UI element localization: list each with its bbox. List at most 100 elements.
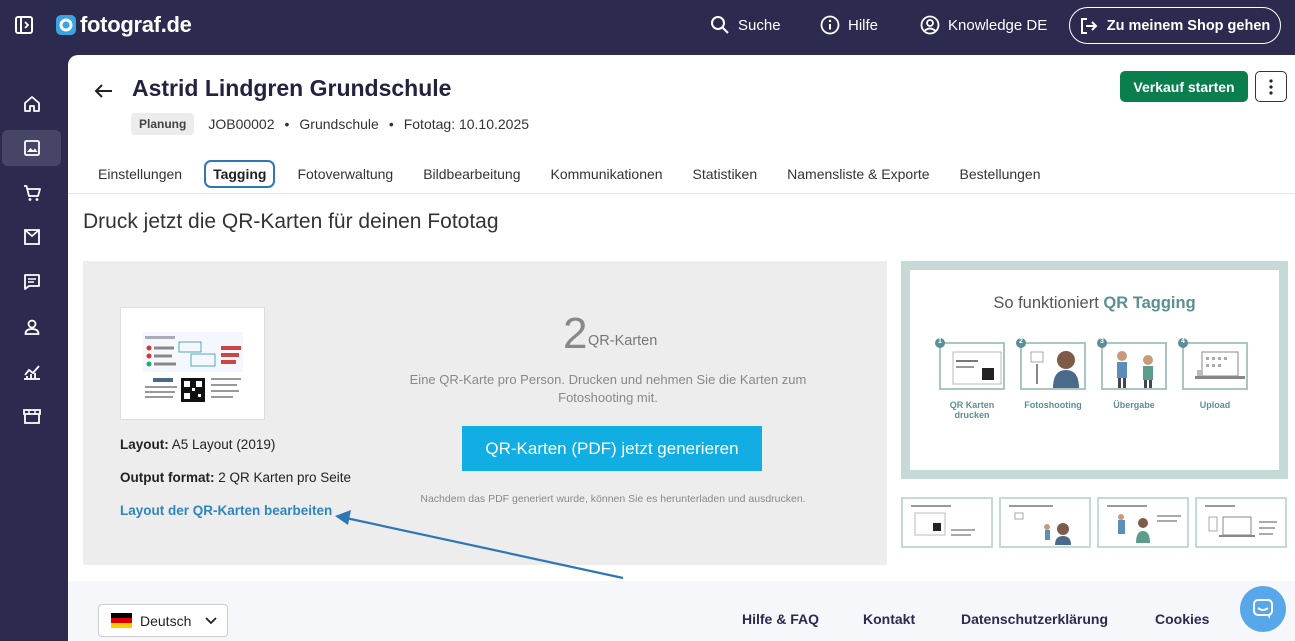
qr-card-count-label: QR-Karten <box>588 333 658 349</box>
step-label-fotoshooting: Fotoshooting <box>1024 400 1082 410</box>
logo[interactable]: fotograf.de <box>55 11 192 39</box>
logo-text: fotograf.de <box>80 12 192 37</box>
search-icon <box>711 16 729 34</box>
chat-icon <box>1253 599 1273 619</box>
language-label: Deutsch <box>140 612 192 629</box>
main-content: Astrid Lindgren Grundschule Planung JOB0… <box>68 55 1295 641</box>
output-format-info: Output format: 2 QR Karten pro Seite <box>120 470 351 485</box>
more-options-button[interactable] <box>1255 71 1287 102</box>
layout-label: Layout: <box>120 437 169 452</box>
knowledge-label: Knowledge DE <box>948 16 1048 34</box>
user-circle-icon <box>920 15 940 35</box>
pdf-note: Nachdem das PDF generiert wurde, können … <box>420 493 806 505</box>
separator-dot: • <box>284 116 290 132</box>
qr-card-count: 2 <box>563 309 588 358</box>
language-select[interactable]: Deutsch <box>98 604 228 637</box>
steps-illustration <box>935 338 1248 390</box>
back-arrow-icon[interactable] <box>93 80 115 102</box>
thumbnail-image <box>911 505 975 536</box>
footer-link-contact[interactable]: Kontakt <box>863 611 915 627</box>
knowledge-link[interactable]: Knowledge DE <box>920 14 1047 36</box>
help-label: Hilfe <box>848 16 879 34</box>
generate-pdf-button[interactable]: QR-Karten (PDF) jetzt generieren <box>462 426 762 471</box>
separator-dot: • <box>388 116 394 132</box>
tab-bar: Einstellungen Tagging Fotoverwaltung Bil… <box>98 159 1063 189</box>
tab-bildbearbeitung[interactable]: Bildbearbeitung <box>415 161 528 187</box>
logout-icon <box>1080 17 1098 34</box>
step-number-2: 2 <box>1019 338 1023 345</box>
qr-card-preview-image <box>143 332 243 402</box>
more-vertical-icon <box>1269 78 1273 95</box>
qr-card-thumbnail[interactable] <box>120 307 265 420</box>
sidebar-item-contacts[interactable] <box>2 309 61 345</box>
german-flag-icon <box>111 613 132 628</box>
tab-tagging[interactable]: Tagging <box>204 160 276 188</box>
layout-value: A5 Layout (2019) <box>171 437 276 452</box>
sidebar-item-archive[interactable] <box>2 219 61 255</box>
layout-info: Layout: A5 Layout (2019) <box>120 437 275 452</box>
qr-tagging-preview[interactable]: So funktioniert QR Tagging QR Karten dru… <box>901 261 1288 479</box>
chart-icon <box>23 365 40 380</box>
search-link[interactable]: Suche <box>710 14 781 36</box>
message-icon <box>23 274 40 290</box>
step-number-1: 1 <box>938 338 942 345</box>
footer-link-help-faq[interactable]: Hilfe & FAQ <box>742 611 819 627</box>
search-label: Suche <box>738 16 781 34</box>
sidebar-item-statistics[interactable] <box>2 354 61 390</box>
chevron-down-icon <box>205 616 217 624</box>
step-label-uebergabe: Übergabe <box>1113 400 1155 410</box>
thumbnail-image <box>1009 505 1071 545</box>
tab-fotoverwaltung[interactable]: Fotoverwaltung <box>289 161 401 187</box>
qr-card-description: Eine QR-Karte pro Person. Drucken und ne… <box>409 372 807 405</box>
sidebar-item-store[interactable] <box>2 398 61 434</box>
top-bar: fotograf.de Suche Hilfe Knowledge DE Zu … <box>0 0 1295 50</box>
step-label-upload: Upload <box>1199 400 1231 410</box>
output-format-label: Output format: <box>120 470 215 485</box>
sidebar-item-cart[interactable] <box>2 175 61 211</box>
photo-day: Fototag: 10.10.2025 <box>403 116 530 132</box>
tab-bestellungen[interactable]: Bestellungen <box>952 161 1049 187</box>
job-meta: Planung JOB00002 • Grundschule • Fototag… <box>131 113 529 135</box>
start-sale-button[interactable]: Verkauf starten <box>1120 71 1248 102</box>
footer-link-cookies[interactable]: Cookies <box>1155 611 1209 627</box>
archive-icon <box>23 229 40 245</box>
thumbnail-image <box>1107 505 1181 543</box>
store-icon <box>22 409 41 424</box>
tab-namensliste-exporte[interactable]: Namensliste & Exporte <box>779 161 937 187</box>
thumbnail-image <box>1205 505 1277 537</box>
job-id: JOB00002 <box>208 116 275 132</box>
chat-button[interactable] <box>1240 586 1286 632</box>
section-title: Druck jetzt die QR-Karten für deinen Fot… <box>83 210 499 233</box>
footer-link-privacy[interactable]: Datenschutzerklärung <box>961 611 1108 627</box>
info-icon <box>820 15 840 35</box>
step-label-qr-karten-drucken: QR Karten drucken <box>949 400 995 420</box>
preview-thumbnail-4[interactable] <box>1195 497 1287 548</box>
cart-icon <box>23 185 41 201</box>
preview-thumbnail-1[interactable] <box>901 497 993 548</box>
preview-thumbnail-3[interactable] <box>1097 497 1189 548</box>
sidebar-item-photos[interactable] <box>2 130 61 166</box>
tab-einstellungen[interactable]: Einstellungen <box>98 161 190 187</box>
step-number-4: 4 <box>1181 338 1185 345</box>
output-format-value: 2 QR Karten pro Seite <box>218 470 352 485</box>
sidebar-item-home[interactable] <box>2 86 61 122</box>
edit-layout-link[interactable]: Layout der QR-Karten bearbeiten <box>120 503 332 518</box>
image-icon <box>23 140 40 156</box>
person-icon <box>24 319 39 335</box>
sidebar-toggle-icon[interactable] <box>14 15 34 35</box>
sidebar-item-messages[interactable] <box>2 264 61 300</box>
preview-slide: So funktioniert QR Tagging QR Karten dru… <box>910 270 1279 470</box>
page-title: Astrid Lindgren Grundschule <box>132 75 452 101</box>
preview-thumbnail-2[interactable] <box>999 497 1091 548</box>
sidebar <box>0 50 68 641</box>
help-link[interactable]: Hilfe <box>820 14 878 36</box>
status-badge: Planung <box>131 113 195 135</box>
home-icon <box>23 96 40 112</box>
tab-divider <box>68 193 1295 194</box>
footer <box>68 581 1295 641</box>
go-to-shop-label: Zu meinem Shop gehen <box>1106 17 1271 34</box>
logo-icon <box>56 15 76 35</box>
go-to-shop-button[interactable]: Zu meinem Shop gehen <box>1069 7 1281 44</box>
tab-statistiken[interactable]: Statistiken <box>685 161 766 187</box>
tab-kommunikationen[interactable]: Kommunikationen <box>542 161 670 187</box>
